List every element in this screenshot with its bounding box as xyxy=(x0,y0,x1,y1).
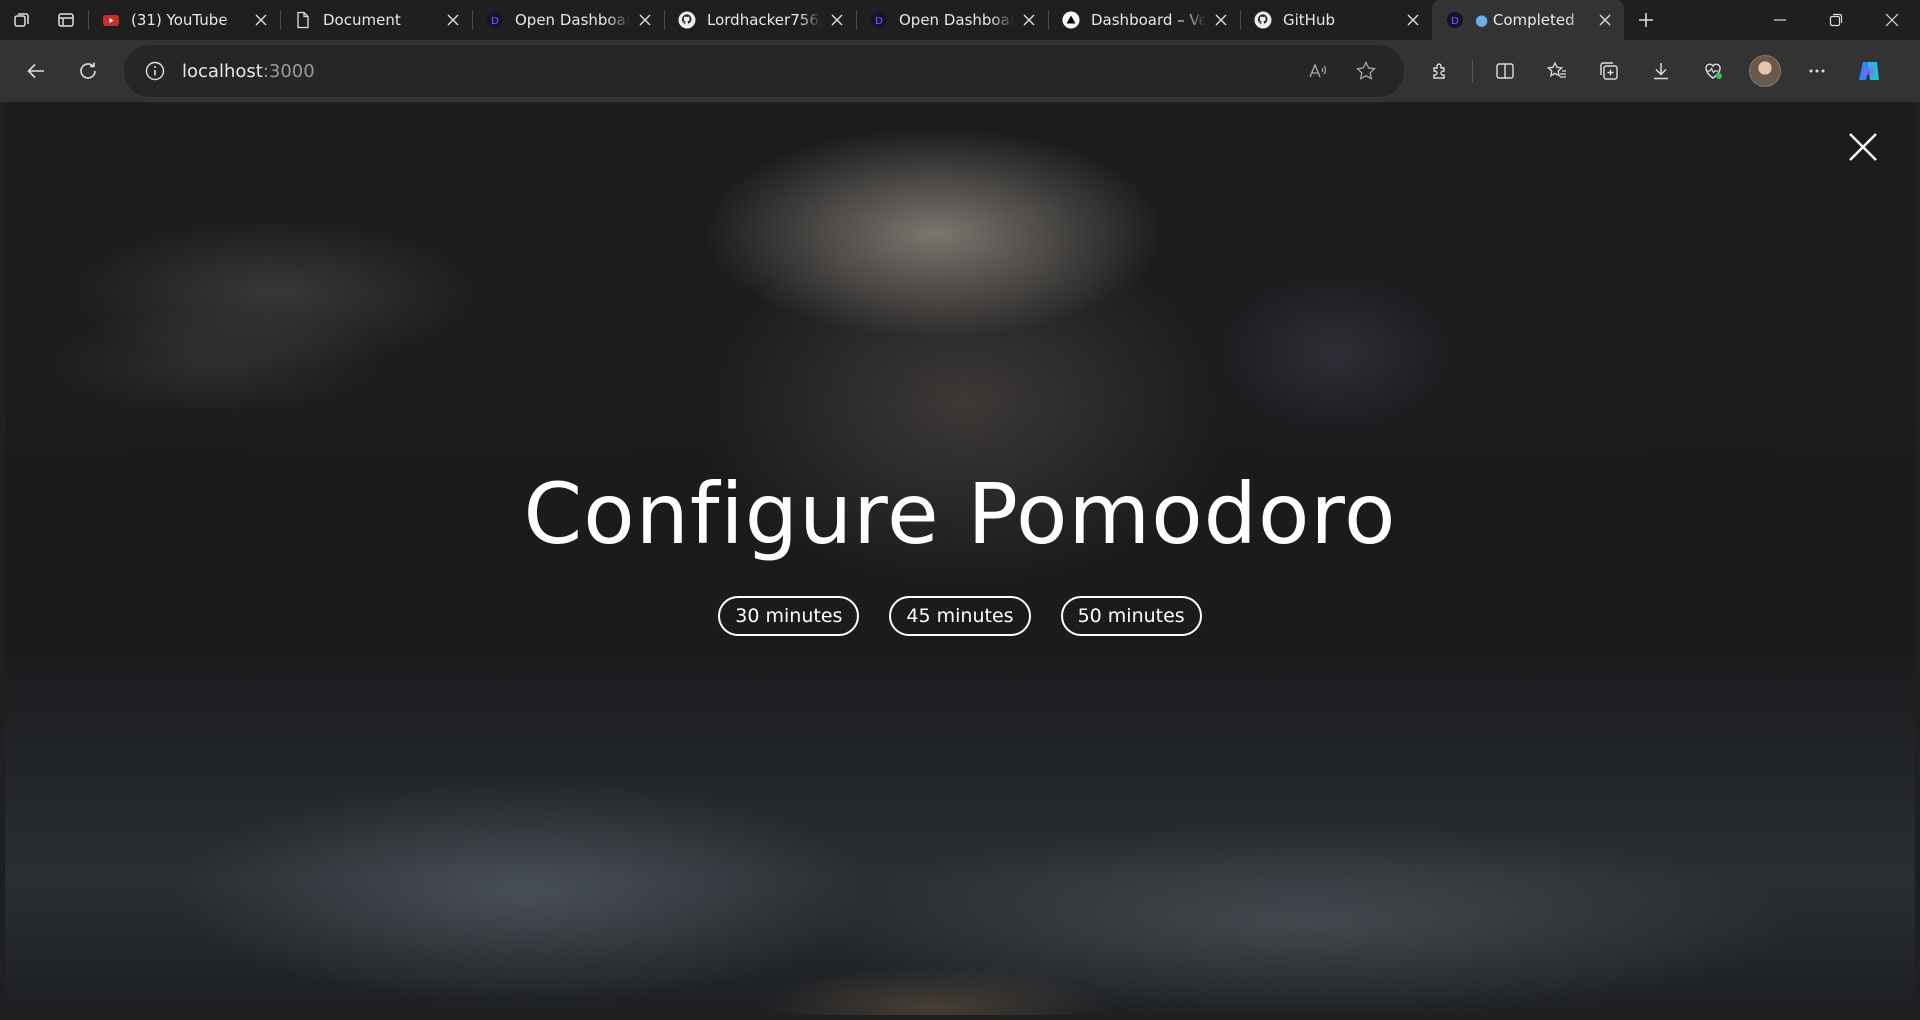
tab-actions-button[interactable] xyxy=(44,0,88,40)
tab-title: Open Dashboard xyxy=(515,11,630,29)
url-port: :3000 xyxy=(262,60,315,82)
tab-github-repo[interactable]: Lordhacker756/d xyxy=(664,0,856,40)
collections-button[interactable] xyxy=(1583,45,1635,97)
plus-icon xyxy=(1639,13,1653,27)
collections-icon xyxy=(1600,62,1618,80)
more-dots-icon xyxy=(1809,69,1825,73)
svg-text:D: D xyxy=(491,16,499,27)
tab-strip: (31) YouTube Document D Open Dashboard L… xyxy=(0,0,1920,40)
window-controls xyxy=(1752,0,1920,40)
close-tab-icon[interactable] xyxy=(828,11,846,29)
minimize-button[interactable] xyxy=(1752,0,1808,40)
back-button[interactable] xyxy=(10,45,62,97)
more-menu-button[interactable] xyxy=(1791,45,1843,97)
toolbar-right-tools xyxy=(1414,45,1895,97)
tab-title: Document xyxy=(323,11,401,29)
tab-title-text: Completed xyxy=(1492,11,1575,29)
refresh-icon xyxy=(80,62,96,79)
tab-completed-active[interactable]: D ● Completed xyxy=(1432,0,1624,40)
close-overlay-button[interactable] xyxy=(1845,129,1881,165)
copilot-icon xyxy=(1859,62,1879,80)
tab-title: (31) YouTube xyxy=(131,11,228,29)
tab-youtube[interactable]: (31) YouTube xyxy=(88,0,280,40)
browser-essentials-button[interactable] xyxy=(1687,45,1739,97)
back-arrow-icon xyxy=(27,63,44,79)
close-tab-icon[interactable] xyxy=(252,11,270,29)
svg-text:D: D xyxy=(1451,16,1459,27)
star-icon xyxy=(1356,61,1376,80)
downloads-button[interactable] xyxy=(1635,45,1687,97)
dashboard-d-icon: D xyxy=(1446,11,1464,29)
browser-toolbar: localhost:3000 xyxy=(0,40,1920,102)
close-window-button[interactable] xyxy=(1864,0,1920,40)
page-viewport: Configure Pomodoro 30 minutes 45 minutes… xyxy=(5,103,1915,1015)
vercel-triangle-icon xyxy=(1062,11,1080,29)
read-aloud-button[interactable] xyxy=(1294,51,1342,91)
option-45-minutes-button[interactable]: 45 minutes xyxy=(889,596,1031,636)
page-title: Configure Pomodoro xyxy=(523,465,1397,563)
url-host: localhost xyxy=(182,60,263,82)
youtube-icon xyxy=(102,11,120,29)
close-tab-icon[interactable] xyxy=(1404,11,1422,29)
puzzle-icon xyxy=(1433,63,1445,79)
duration-options: 30 minutes 45 minutes 50 minutes xyxy=(5,596,1915,636)
tab-actions-icon xyxy=(58,13,74,27)
github-icon xyxy=(1254,11,1272,29)
globe-emoji-icon: ● xyxy=(1475,11,1493,29)
svg-text:D: D xyxy=(875,16,883,27)
restore-icon xyxy=(1829,13,1843,27)
read-aloud-icon xyxy=(1309,63,1327,78)
github-icon xyxy=(678,11,696,29)
close-tab-icon[interactable] xyxy=(1212,11,1230,29)
close-tab-icon[interactable] xyxy=(1020,11,1038,29)
workspaces-button[interactable] xyxy=(0,0,44,40)
split-screen-button[interactable] xyxy=(1479,45,1531,97)
address-bar[interactable]: localhost:3000 xyxy=(124,45,1404,97)
profile-button[interactable] xyxy=(1739,45,1791,97)
copilot-button[interactable] xyxy=(1843,45,1895,97)
site-info-icon[interactable] xyxy=(144,60,166,82)
tab-open-dashboard-1[interactable]: D Open Dashboard xyxy=(472,0,664,40)
new-tab-button[interactable] xyxy=(1624,0,1668,40)
extensions-button[interactable] xyxy=(1414,45,1466,97)
document-icon xyxy=(294,11,312,29)
close-window-icon xyxy=(1885,13,1899,27)
restore-button[interactable] xyxy=(1808,0,1864,40)
tab-title: Dashboard – Ver xyxy=(1091,11,1206,29)
tab-title: ● Completed xyxy=(1475,11,1590,29)
avatar xyxy=(1749,55,1781,87)
tab-title: Lordhacker756/d xyxy=(707,11,822,29)
tab-open-dashboard-2[interactable]: D Open Dashboard xyxy=(856,0,1048,40)
dashboard-d-icon: D xyxy=(870,11,888,29)
download-icon xyxy=(1654,63,1668,80)
option-50-minutes-button[interactable]: 50 minutes xyxy=(1060,596,1202,636)
dashboard-d-icon: D xyxy=(486,11,504,29)
heart-pulse-icon xyxy=(1705,63,1722,79)
refresh-button[interactable] xyxy=(62,45,114,97)
favorites-icon xyxy=(1546,61,1566,78)
url-text[interactable]: localhost:3000 xyxy=(182,61,1294,82)
tab-title: GitHub xyxy=(1283,11,1335,29)
tab-vercel-dashboard[interactable]: Dashboard – Ver xyxy=(1048,0,1240,40)
workspaces-icon xyxy=(14,13,29,27)
tab-title: Open Dashboard xyxy=(899,11,1014,29)
split-screen-icon xyxy=(1496,63,1514,79)
tab-github[interactable]: GitHub xyxy=(1240,0,1432,40)
close-tab-icon[interactable] xyxy=(1596,11,1614,29)
close-tab-icon[interactable] xyxy=(444,11,462,29)
option-30-minutes-button[interactable]: 30 minutes xyxy=(718,596,860,636)
close-icon xyxy=(1849,133,1877,161)
tab-document[interactable]: Document xyxy=(280,0,472,40)
close-tab-icon[interactable] xyxy=(636,11,654,29)
minimize-icon xyxy=(1774,19,1786,21)
add-favorite-button[interactable] xyxy=(1342,51,1390,91)
favorites-button[interactable] xyxy=(1531,45,1583,97)
